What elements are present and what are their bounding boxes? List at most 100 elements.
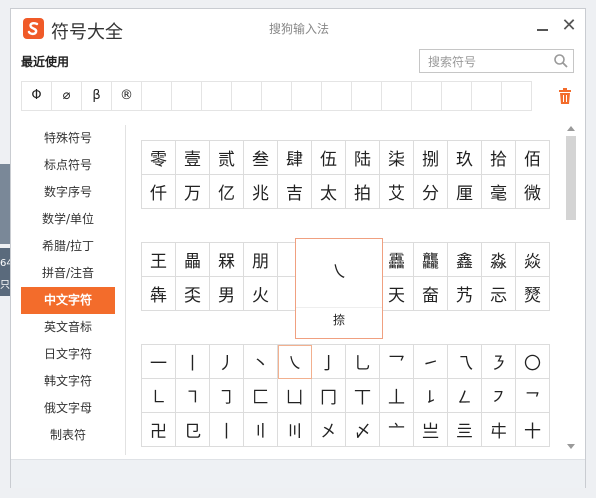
sidebar-item[interactable]: 俄文字母: [21, 395, 115, 422]
sidebar-item[interactable]: 拼音/注音: [21, 260, 115, 287]
symbol-cell[interactable]: 捌: [414, 141, 448, 175]
recent-symbol-cell[interactable]: [471, 81, 502, 111]
symbol-cell[interactable]: ㇗: [142, 379, 176, 413]
symbol-cell[interactable]: 玖: [448, 141, 482, 175]
sidebar-item[interactable]: 制表符: [21, 422, 115, 449]
scroll-down-arrow-icon[interactable]: [567, 444, 575, 449]
symbol-cell[interactable]: 拾: [482, 141, 516, 175]
symbol-cell[interactable]: 犇: [142, 277, 176, 311]
symbol-cell[interactable]: 鑫: [448, 243, 482, 277]
symbol-cell[interactable]: 拍: [346, 175, 380, 209]
symbol-cell[interactable]: 冂: [312, 379, 346, 413]
recent-symbol-cell[interactable]: β: [81, 81, 112, 111]
symbol-cell[interactable]: 忈: [482, 277, 516, 311]
symbol-cell[interactable]: 卍: [142, 413, 176, 447]
recent-symbol-cell[interactable]: [381, 81, 412, 111]
scroll-thumb[interactable]: [566, 136, 576, 220]
symbol-cell[interactable]: 佰: [516, 141, 550, 175]
recent-symbol-cell[interactable]: [351, 81, 382, 111]
sidebar-item[interactable]: 日文字符: [21, 341, 115, 368]
title-bar[interactable]: 符号大全 搜狗输入法 ✕: [11, 9, 585, 47]
symbol-cell[interactable]: 亅: [312, 345, 346, 379]
symbol-cell[interactable]: ㇜: [448, 379, 482, 413]
symbol-cell[interactable]: 乛: [380, 345, 414, 379]
symbol-cell[interactable]: 〆: [346, 413, 380, 447]
symbol-cell[interactable]: 亖: [448, 413, 482, 447]
symbol-cell[interactable]: 男: [210, 277, 244, 311]
symbol-cell[interactable]: 乁: [448, 345, 482, 379]
symbol-cell[interactable]: 亠: [380, 413, 414, 447]
symbol-cell[interactable]: 朋: [244, 243, 278, 277]
symbol-cell[interactable]: ㇙: [414, 379, 448, 413]
symbol-cell[interactable]: 王: [142, 243, 176, 277]
symbol-cell[interactable]: 丿: [210, 345, 244, 379]
minimize-button[interactable]: [533, 15, 553, 39]
recent-symbol-cell[interactable]: [501, 81, 532, 111]
symbol-cell[interactable]: 槑: [210, 243, 244, 277]
recent-symbol-cell[interactable]: [441, 81, 472, 111]
symbol-cell[interactable]: 天: [380, 277, 414, 311]
recent-symbol-cell[interactable]: [141, 81, 172, 111]
symbol-cell[interactable]: 〇: [516, 345, 550, 379]
symbol-cell[interactable]: 亿: [210, 175, 244, 209]
symbol-cell[interactable]: 叁: [244, 141, 278, 175]
recent-symbol-cell[interactable]: Φ: [21, 81, 52, 111]
symbol-cell[interactable]: ㇀: [414, 345, 448, 379]
symbol-cell[interactable]: 贰: [210, 141, 244, 175]
symbol-cell[interactable]: ㇏: [278, 345, 312, 379]
symbol-cell[interactable]: 万: [176, 175, 210, 209]
symbol-cell[interactable]: 壹: [176, 141, 210, 175]
symbol-cell[interactable]: 毫: [482, 175, 516, 209]
symbol-cell[interactable]: 龘: [414, 243, 448, 277]
symbol-cell[interactable]: 凵: [278, 379, 312, 413]
symbol-cell[interactable]: 丅: [346, 379, 380, 413]
sidebar-item[interactable]: 中文字符: [21, 287, 115, 314]
symbol-cell[interactable]: 焱: [516, 243, 550, 277]
symbol-cell[interactable]: 靐: [380, 243, 414, 277]
symbol-cell[interactable]: ㇆: [210, 379, 244, 413]
symbol-cell[interactable]: 火: [244, 277, 278, 311]
symbol-cell[interactable]: 肆: [278, 141, 312, 175]
symbol-cell[interactable]: 奤: [414, 277, 448, 311]
sidebar-item[interactable]: 数学/单位: [21, 206, 115, 233]
sidebar-item[interactable]: 韩文字符: [21, 368, 115, 395]
symbol-cell[interactable]: 亗: [414, 413, 448, 447]
symbol-cell[interactable]: ㇕: [176, 379, 210, 413]
symbol-cell[interactable]: 〢: [244, 413, 278, 447]
symbol-cell[interactable]: 陆: [346, 141, 380, 175]
close-button[interactable]: ✕: [559, 15, 579, 39]
symbol-cell[interactable]: 兆: [244, 175, 278, 209]
symbol-cell[interactable]: 艾: [380, 175, 414, 209]
symbol-cell[interactable]: 燹: [516, 277, 550, 311]
symbol-cell[interactable]: ㇖: [516, 379, 550, 413]
recent-symbol-cell[interactable]: [291, 81, 322, 111]
symbol-cell[interactable]: 一: [142, 345, 176, 379]
sidebar-item[interactable]: 标点符号: [21, 152, 115, 179]
search-box[interactable]: [419, 49, 574, 73]
symbol-cell[interactable]: 丄: [380, 379, 414, 413]
symbol-cell[interactable]: 丨: [210, 413, 244, 447]
search-input[interactable]: [426, 51, 550, 73]
recent-symbol-cell[interactable]: [321, 81, 352, 111]
symbol-cell[interactable]: 分: [414, 175, 448, 209]
symbol-cell[interactable]: 〣: [278, 413, 312, 447]
symbol-cell[interactable]: 十: [516, 413, 550, 447]
symbol-cell[interactable]: 乚: [346, 345, 380, 379]
symbol-cell[interactable]: 奀: [176, 277, 210, 311]
symbol-cell[interactable]: 吉: [278, 175, 312, 209]
symbol-cell[interactable]: 丨: [176, 345, 210, 379]
sidebar-item[interactable]: 英文音标: [21, 314, 115, 341]
trash-icon[interactable]: [558, 88, 572, 104]
symbol-cell[interactable]: 太: [312, 175, 346, 209]
recent-symbol-cell[interactable]: [201, 81, 232, 111]
symbol-cell[interactable]: 畾: [176, 243, 210, 277]
recent-symbol-cell[interactable]: [171, 81, 202, 111]
recent-symbol-cell[interactable]: [231, 81, 262, 111]
symbol-cell[interactable]: 丶: [244, 345, 278, 379]
symbol-cell[interactable]: 艿: [448, 277, 482, 311]
sidebar-item[interactable]: 数字序号: [21, 179, 115, 206]
symbol-cell[interactable]: 匚: [244, 379, 278, 413]
recent-symbol-cell[interactable]: [261, 81, 292, 111]
symbol-cell[interactable]: 厘: [448, 175, 482, 209]
symbol-cell[interactable]: 微: [516, 175, 550, 209]
